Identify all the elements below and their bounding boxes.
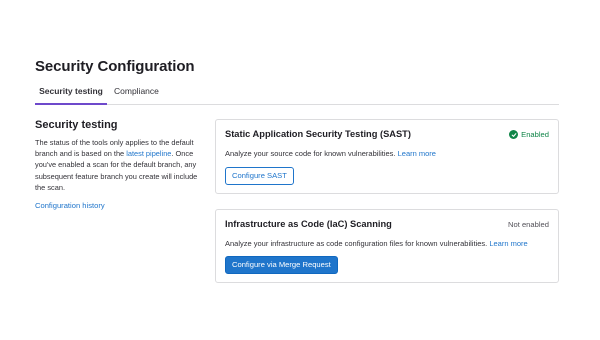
sast-card: Static Application Security Testing (SAS…	[215, 119, 559, 194]
sast-status: Enabled	[509, 130, 549, 139]
iac-description: Analyze your infrastructure as code conf…	[225, 239, 528, 248]
tab-bar: Security testing Compliance	[35, 80, 559, 105]
iac-card-title: Infrastructure as Code (IaC) Scanning	[225, 219, 392, 229]
tab-security-testing[interactable]: Security testing	[35, 80, 107, 105]
latest-pipeline-link[interactable]: latest pipeline	[126, 149, 171, 158]
configuration-history-link[interactable]: Configuration history	[35, 201, 105, 210]
iac-card: Infrastructure as Code (IaC) Scanning No…	[215, 209, 559, 283]
configure-via-merge-request-button[interactable]: Configure via Merge Request	[225, 256, 338, 274]
sidebar-info: Security testing The status of the tools…	[35, 119, 200, 193]
iac-learn-more-link[interactable]: Learn more	[489, 239, 527, 248]
sast-status-label: Enabled	[521, 130, 549, 139]
iac-status-label: Not enabled	[508, 220, 549, 229]
sast-description: Analyze your source code for known vulne…	[225, 149, 436, 158]
configure-sast-button[interactable]: Configure SAST	[225, 167, 294, 185]
section-heading: Security testing	[35, 119, 118, 131]
sast-description-text: Analyze your source code for known vulne…	[225, 149, 396, 158]
sast-learn-more-link[interactable]: Learn more	[398, 149, 436, 158]
page-title: Security Configuration	[35, 58, 195, 75]
iac-description-text: Analyze your infrastructure as code conf…	[225, 239, 488, 248]
iac-status: Not enabled	[508, 220, 549, 229]
sast-card-title: Static Application Security Testing (SAS…	[225, 129, 411, 139]
section-description: The status of the tools only applies to …	[35, 137, 200, 193]
check-circle-icon	[509, 130, 519, 139]
tab-compliance[interactable]: Compliance	[114, 80, 159, 105]
